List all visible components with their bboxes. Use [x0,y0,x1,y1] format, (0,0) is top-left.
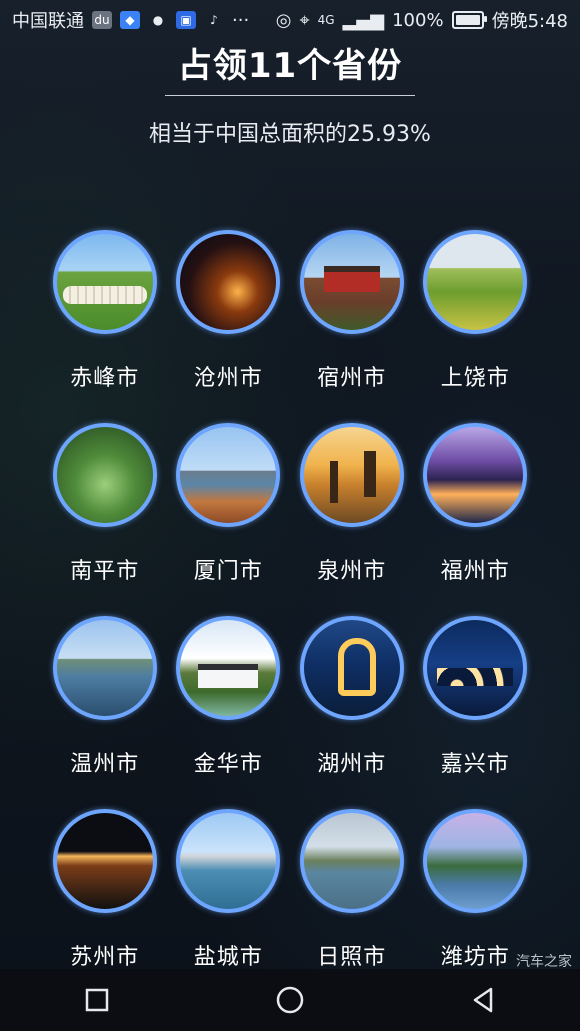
du-icon: du [92,11,112,29]
city-tile[interactable]: 温州市 [43,616,167,809]
location-icon: ⌖ [299,9,310,31]
city-name: 沧州市 [193,366,263,391]
city-photo [176,809,281,913]
city-photo [176,230,281,334]
city-photo [299,423,404,527]
battery-icon [451,11,487,29]
city-photo [423,809,528,913]
city-tile[interactable]: 嘉兴市 [414,616,538,809]
city-tile[interactable]: 泉州市 [290,423,414,616]
city-name: 宿州市 [317,366,387,391]
city-photo [299,230,404,334]
city-photo [52,423,157,527]
tiktok-icon: ♪ [210,13,218,27]
home-icon [276,986,304,1014]
wechat-icon: ● [152,13,164,27]
page-subtitle: 相当于中国总面积的25.93% [149,122,431,147]
city-photo [423,230,528,334]
city-tile[interactable]: 上饶市 [414,230,538,423]
hotspot-icon: ◎ [275,9,292,31]
shield-app-icon: ◆ [120,11,140,29]
city-name: 苏州市 [70,945,140,970]
clock: 傍晚5:48 [491,11,568,32]
city-name: 湖州市 [317,752,387,777]
battery-percent: 100% [392,9,444,31]
city-tile[interactable]: 金华市 [167,616,291,809]
network-type: 4G [317,13,335,27]
city-tile[interactable]: 赤峰市 [43,230,167,423]
autohome-app-icon: ▣ [176,11,196,29]
city-grid: 赤峰市 沧州市 宿州市 上饶市 南平市 厦门市 泉州市 福州市 温州市 金华市 … [43,230,537,1002]
city-name: 温州市 [70,752,140,777]
city-name: 潍坊市 [440,945,510,970]
city-photo [423,423,528,527]
back-icon [474,987,493,1013]
city-name: 赤峰市 [70,366,140,391]
city-name: 厦门市 [193,559,263,584]
watermark: 汽车之家 [516,954,572,970]
city-photo [52,809,157,913]
city-name: 日照市 [317,945,387,970]
city-photo [52,230,157,334]
status-bar: 中国联通 du ◆ ● ▣ ♪ ··· ◎ ⌖ 4G ▂▄▆ 100% 傍晚5:… [0,0,580,40]
city-name: 福州市 [440,559,510,584]
city-photo [299,809,404,913]
city-photo [423,616,528,720]
city-tile[interactable]: 沧州市 [167,230,291,423]
city-name: 泉州市 [317,559,387,584]
city-photo [176,423,281,527]
title-divider [165,95,415,96]
navigation-bar [0,969,580,1031]
city-tile[interactable]: 湖州市 [290,616,414,809]
recent-apps-icon [85,988,108,1012]
home-button[interactable] [260,970,320,1030]
city-name: 南平市 [70,559,140,584]
signal-icon: ▂▄▆ [342,9,385,31]
back-button[interactable] [453,970,513,1030]
city-photo [176,616,281,720]
city-name: 上饶市 [440,366,510,391]
page-title: 占领11个省份 [177,46,403,86]
city-tile[interactable]: 宿州市 [290,230,414,423]
carrier-label: 中国联通 [12,11,84,32]
city-tile[interactable]: 福州市 [414,423,538,616]
city-photo [299,616,404,720]
city-tile[interactable]: 南平市 [43,423,167,616]
city-tile[interactable]: 厦门市 [167,423,291,616]
city-name: 盐城市 [193,945,263,970]
city-name: 金华市 [193,752,263,777]
recent-apps-button[interactable] [67,970,127,1030]
city-name: 嘉兴市 [440,752,510,777]
more-notifications: ··· [232,9,250,31]
city-photo [52,616,157,720]
